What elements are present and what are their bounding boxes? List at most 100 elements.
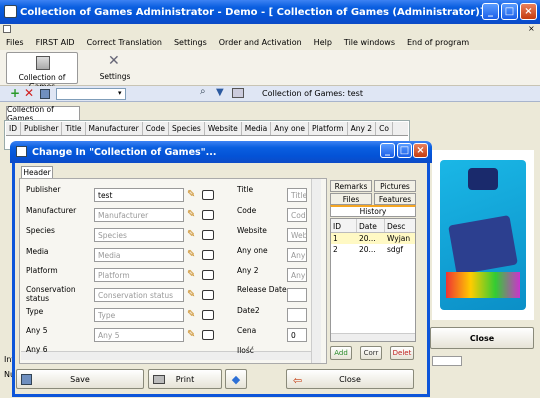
media-field[interactable]: Media	[94, 248, 184, 262]
col-media[interactable]: Media	[242, 122, 272, 135]
col-species[interactable]: Species	[169, 122, 205, 135]
form-hscroll[interactable]	[21, 351, 311, 360]
print-button[interactable]: Print	[148, 369, 222, 389]
menu-first-aid[interactable]: FIRST AID	[30, 38, 81, 47]
platform-field[interactable]: Platform	[94, 268, 184, 282]
any-5-toggle-icon[interactable]	[202, 330, 214, 340]
type-field[interactable]: Type	[94, 308, 184, 322]
label-cena: Cena	[237, 326, 257, 335]
any-2-field[interactable]: Any 2	[287, 268, 307, 282]
tab-features[interactable]: Features	[374, 193, 416, 205]
col-id[interactable]: ID	[6, 122, 21, 135]
search-icon[interactable]: ⌕	[200, 86, 206, 97]
date2-field[interactable]	[287, 308, 307, 322]
platform-toggle-icon[interactable]	[202, 270, 214, 280]
code-field[interactable]: Code	[287, 208, 307, 222]
delete-history-button[interactable]: Delet	[390, 346, 414, 360]
filter-combo[interactable]	[56, 88, 126, 100]
history-col-id[interactable]: ID	[331, 219, 357, 232]
species-field[interactable]: Species	[94, 228, 184, 242]
dialog-close-button[interactable]: ×	[413, 143, 428, 158]
form-scrollbar[interactable]	[311, 179, 321, 363]
filter-icon[interactable]: ▼	[216, 87, 224, 98]
menu-end-program[interactable]: End of program	[401, 38, 475, 47]
tab-files[interactable]: Files	[330, 193, 372, 205]
ribbon-collection-button[interactable]: Collection of Games	[6, 52, 78, 91]
manufacturer-field[interactable]: Manufacturer	[94, 208, 184, 222]
add-history-button[interactable]: Add	[330, 346, 352, 360]
dialog-minimize-button[interactable]: _	[380, 143, 395, 158]
mdi-close-icon[interactable]: ×	[528, 24, 535, 33]
publisher-toggle-icon[interactable]	[202, 190, 214, 200]
menu-order-activation[interactable]: Order and Activation	[213, 38, 308, 47]
conservation-toggle-icon[interactable]	[202, 290, 214, 300]
edit-manufacturer-icon[interactable]: ✎	[187, 209, 198, 221]
history-cell: sdgf	[387, 245, 404, 254]
arrow-down-icon: ◆	[231, 372, 241, 386]
species-toggle-icon[interactable]	[202, 230, 214, 240]
col-any-one[interactable]: Any one	[271, 122, 309, 135]
menu-correct-translation[interactable]: Correct Translation	[81, 38, 168, 47]
col-publisher[interactable]: Publisher	[21, 122, 63, 135]
menu-help[interactable]: Help	[308, 38, 338, 47]
tab-header[interactable]: Header	[21, 166, 53, 178]
tab-pictures-label: Pictures	[380, 181, 410, 191]
tab-collection[interactable]: Collection of Games	[6, 105, 80, 123]
history-row[interactable]: 2 20... sdgf	[331, 244, 415, 255]
any-one-field[interactable]: Any o	[287, 248, 307, 262]
edit-any-5-icon[interactable]: ✎	[187, 329, 198, 341]
ribbon: Collection of Games ✕ Settings	[0, 50, 540, 91]
dialog-maximize-button[interactable]: □	[397, 143, 412, 158]
history-row[interactable]: 1 20... Wyjan	[331, 233, 415, 244]
col-any-2[interactable]: Any 2	[348, 122, 377, 135]
edit-type-icon[interactable]: ✎	[187, 309, 198, 321]
history-hscroll[interactable]	[331, 333, 415, 341]
menu-files[interactable]: Files	[0, 38, 30, 47]
title-field[interactable]: Title	[287, 188, 307, 202]
any-5-field[interactable]: Any 5	[94, 328, 184, 342]
dialog-icon	[16, 146, 27, 157]
manufacturer-toggle-icon[interactable]	[202, 210, 214, 220]
save-icon[interactable]	[40, 89, 50, 99]
edit-conservation-icon[interactable]: ✎	[187, 289, 198, 301]
close-window-button[interactable]: ×	[520, 3, 537, 20]
game-image	[432, 150, 534, 320]
tab-pictures[interactable]: Pictures	[374, 180, 416, 192]
add-icon[interactable]: +	[10, 86, 20, 100]
tab-history[interactable]: History	[330, 205, 416, 217]
conservation-status-field[interactable]: Conservation status	[94, 288, 184, 302]
save-button[interactable]: Save	[16, 369, 144, 389]
maximize-button[interactable]: □	[501, 3, 518, 20]
col-website[interactable]: Website	[205, 122, 242, 135]
type-toggle-icon[interactable]	[202, 310, 214, 320]
close-button[interactable]: ⇦ Close	[286, 369, 414, 389]
col-platform[interactable]: Platform	[309, 122, 348, 135]
menu-settings[interactable]: Settings	[168, 38, 213, 47]
col-title[interactable]: Title	[62, 122, 86, 135]
edit-platform-icon[interactable]: ✎	[187, 269, 198, 281]
chevron-down-icon[interactable]: ▾	[118, 89, 122, 97]
main-close-button[interactable]: Close	[430, 327, 534, 349]
website-field[interactable]: Websi	[287, 228, 307, 242]
tab-remarks[interactable]: Remarks	[330, 180, 372, 192]
col-manufacturer[interactable]: Manufacturer	[86, 122, 143, 135]
cena-field[interactable]: 0	[287, 328, 307, 342]
menu-tile-windows[interactable]: Tile windows	[338, 38, 401, 47]
minimize-button[interactable]: _	[482, 3, 499, 20]
edit-media-icon[interactable]: ✎	[187, 249, 198, 261]
media-toggle-icon[interactable]	[202, 250, 214, 260]
delete-icon[interactable]: ✕	[24, 86, 34, 100]
edit-publisher-icon[interactable]: ✎	[187, 189, 198, 201]
edit-species-icon[interactable]: ✎	[187, 229, 198, 241]
col-code[interactable]: Code	[143, 122, 169, 135]
history-col-date[interactable]: Date	[357, 219, 385, 232]
print-preview-icon[interactable]	[232, 88, 244, 98]
tab-features-label: Features	[378, 194, 412, 204]
col-co[interactable]: Co	[376, 122, 393, 135]
ribbon-settings-button[interactable]: ✕ Settings	[96, 52, 134, 84]
history-col-desc[interactable]: Desc	[385, 219, 413, 232]
publisher-field[interactable]: test	[94, 188, 184, 202]
release-date-field[interactable]	[287, 288, 307, 302]
correct-history-button[interactable]: Corr	[360, 346, 382, 360]
move-button[interactable]: ◆	[225, 369, 247, 389]
